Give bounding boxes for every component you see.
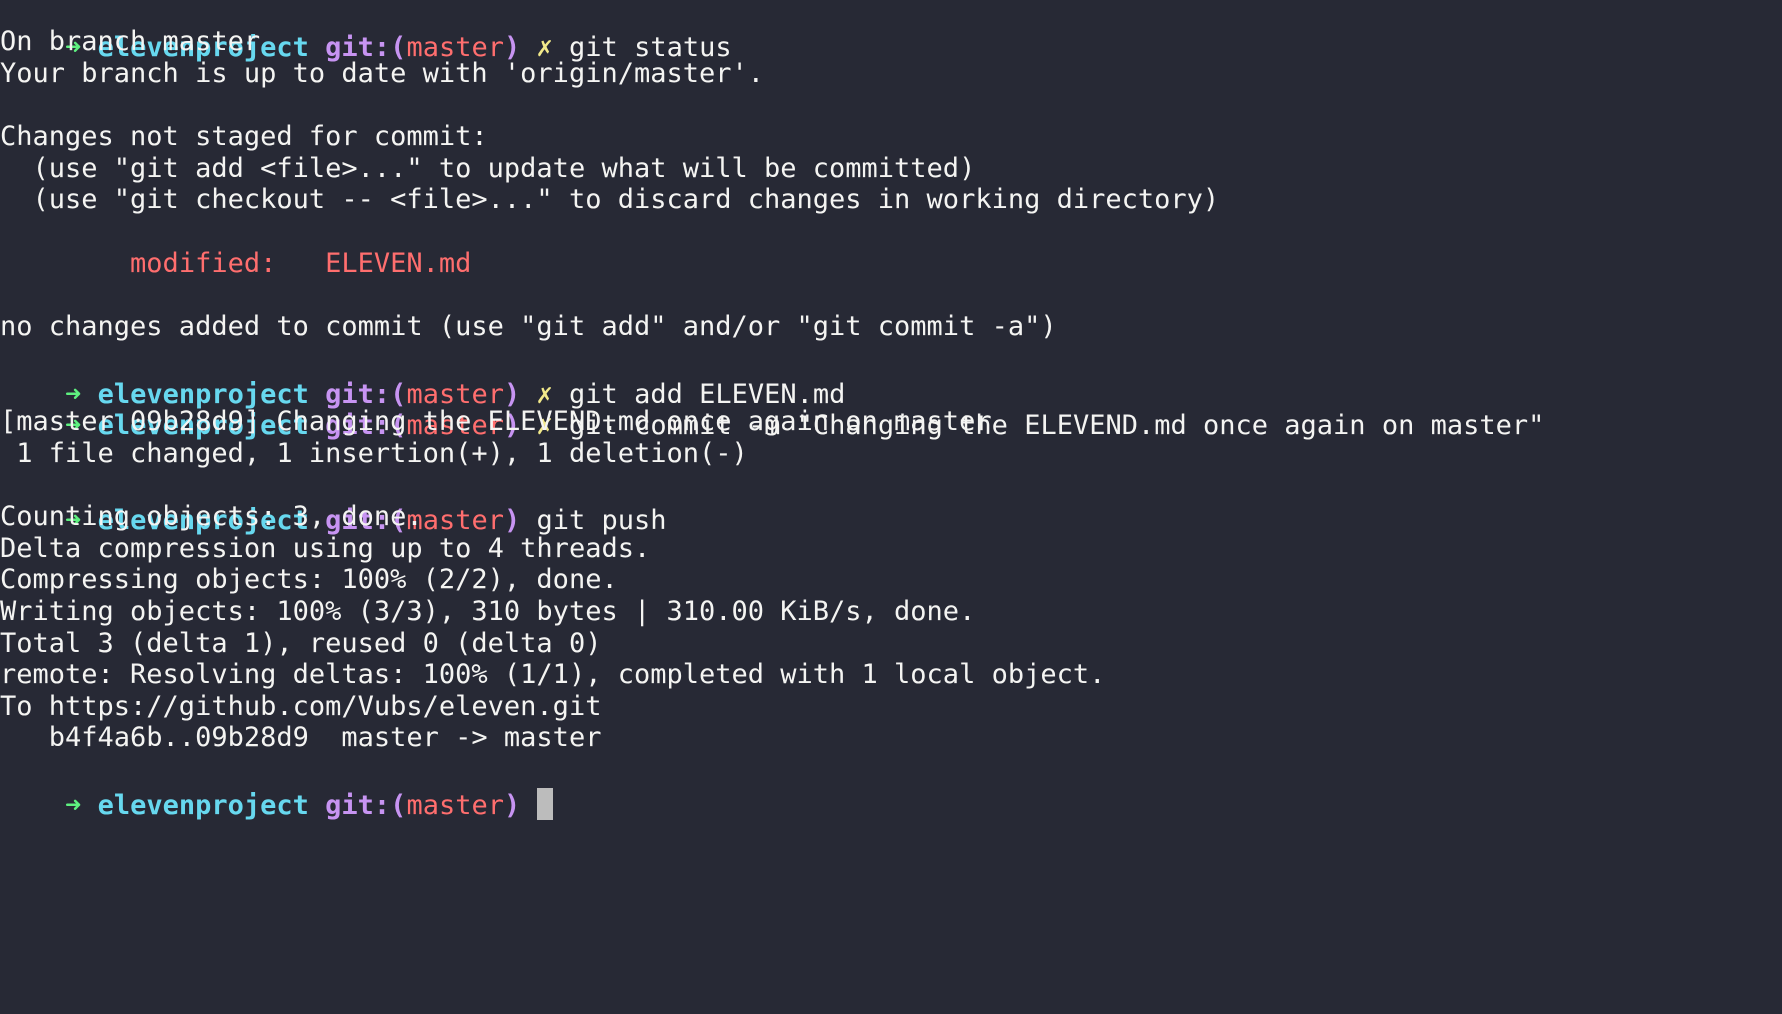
output-line: [master 09b28d9] Changing the ELEVEND.md… (0, 406, 992, 437)
prompt-arrow-icon: ➜ (65, 790, 82, 821)
prompt-git-prefix: git:( (325, 790, 407, 821)
output-line: b4f4a6b..09b28d9 master -> master (0, 722, 602, 753)
output-line: Changes not staged for commit: (0, 121, 488, 152)
output-line: no changes added to commit (use "git add… (0, 311, 1057, 342)
output-line: On branch master (0, 26, 261, 57)
output-line: remote: Resolving deltas: 100% (1/1), co… (0, 659, 1106, 690)
output-line: Writing objects: 100% (3/3), 310 bytes |… (0, 596, 976, 627)
output-line: Your branch is up to date with 'origin/m… (0, 58, 765, 89)
output-line: Compressing objects: 100% (2/2), done. (0, 564, 618, 595)
prompt-line: ➜ elevenproject git:(master) git push (0, 467, 667, 536)
output-line: (use "git checkout -- <file>..." to disc… (0, 184, 1220, 215)
prompt-line: ➜ elevenproject git:(master) ✗ git commi… (0, 372, 1544, 441)
modified-line: modified: ELEVEN.md (0, 246, 471, 282)
text-cursor[interactable] (536, 788, 553, 820)
modified-label: modified: (130, 248, 277, 279)
prompt-git-suffix: ) (503, 790, 521, 821)
modified-file: ELEVEN.md (325, 248, 472, 279)
prompt-branch: master (406, 790, 504, 821)
terminal-window[interactable]: ➜ elevenproject git:(master) ✗ git statu… (0, 0, 1782, 1014)
prompt-directory: elevenproject (97, 790, 309, 821)
output-line: Counting objects: 3, done. (0, 501, 423, 532)
active-prompt-line[interactable]: ➜ elevenproject git:(master) (0, 752, 553, 821)
